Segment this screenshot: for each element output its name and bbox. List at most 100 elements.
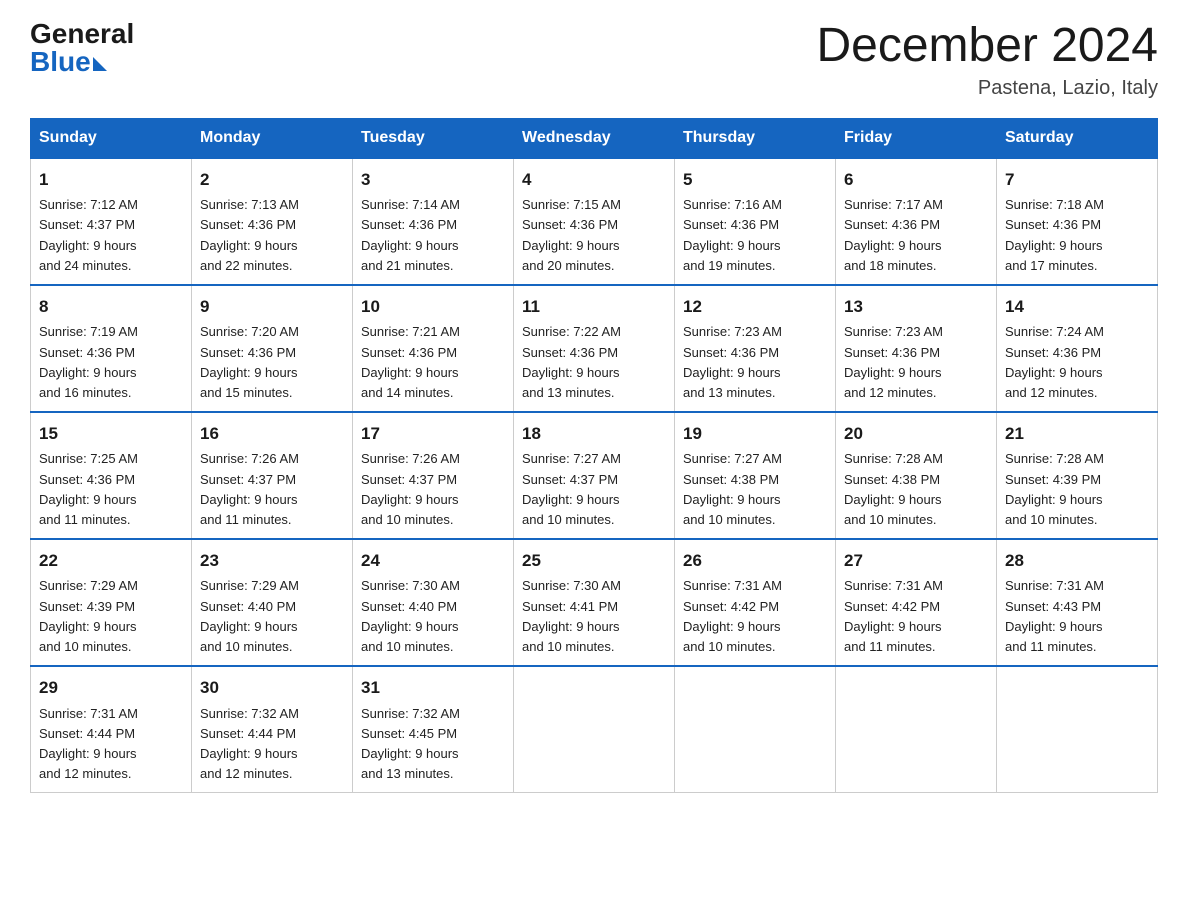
- title-block: December 2024 Pastena, Lazio, Italy: [816, 20, 1158, 100]
- column-header-wednesday: Wednesday: [514, 118, 675, 158]
- day-info: Sunrise: 7:31 AMSunset: 4:44 PMDaylight:…: [39, 704, 183, 785]
- day-info: Sunrise: 7:18 AMSunset: 4:36 PMDaylight:…: [1005, 195, 1149, 276]
- day-info: Sunrise: 7:28 AMSunset: 4:39 PMDaylight:…: [1005, 449, 1149, 530]
- day-info: Sunrise: 7:26 AMSunset: 4:37 PMDaylight:…: [361, 449, 505, 530]
- calendar-cell: 1Sunrise: 7:12 AMSunset: 4:37 PMDaylight…: [31, 158, 192, 285]
- logo: General Blue: [30, 20, 134, 76]
- day-info: Sunrise: 7:24 AMSunset: 4:36 PMDaylight:…: [1005, 322, 1149, 403]
- calendar-week-row: 1Sunrise: 7:12 AMSunset: 4:37 PMDaylight…: [31, 158, 1158, 285]
- day-info: Sunrise: 7:20 AMSunset: 4:36 PMDaylight:…: [200, 322, 344, 403]
- calendar-cell: 28Sunrise: 7:31 AMSunset: 4:43 PMDayligh…: [997, 539, 1158, 666]
- calendar-cell: [514, 666, 675, 793]
- calendar-cell: 10Sunrise: 7:21 AMSunset: 4:36 PMDayligh…: [353, 285, 514, 412]
- day-number: 23: [200, 548, 344, 574]
- calendar-cell: 3Sunrise: 7:14 AMSunset: 4:36 PMDaylight…: [353, 158, 514, 285]
- calendar-cell: 12Sunrise: 7:23 AMSunset: 4:36 PMDayligh…: [675, 285, 836, 412]
- day-number: 31: [361, 675, 505, 701]
- column-header-friday: Friday: [836, 118, 997, 158]
- day-number: 19: [683, 421, 827, 447]
- day-info: Sunrise: 7:30 AMSunset: 4:41 PMDaylight:…: [522, 576, 666, 657]
- day-info: Sunrise: 7:31 AMSunset: 4:42 PMDaylight:…: [844, 576, 988, 657]
- day-number: 20: [844, 421, 988, 447]
- page-title: December 2024: [816, 20, 1158, 73]
- day-number: 4: [522, 167, 666, 193]
- column-header-thursday: Thursday: [675, 118, 836, 158]
- day-number: 9: [200, 294, 344, 320]
- day-info: Sunrise: 7:31 AMSunset: 4:43 PMDaylight:…: [1005, 576, 1149, 657]
- day-info: Sunrise: 7:26 AMSunset: 4:37 PMDaylight:…: [200, 449, 344, 530]
- calendar-cell: 25Sunrise: 7:30 AMSunset: 4:41 PMDayligh…: [514, 539, 675, 666]
- day-number: 11: [522, 294, 666, 320]
- day-number: 26: [683, 548, 827, 574]
- day-info: Sunrise: 7:32 AMSunset: 4:45 PMDaylight:…: [361, 704, 505, 785]
- calendar-cell: 6Sunrise: 7:17 AMSunset: 4:36 PMDaylight…: [836, 158, 997, 285]
- day-number: 25: [522, 548, 666, 574]
- calendar-table: SundayMondayTuesdayWednesdayThursdayFrid…: [30, 118, 1158, 793]
- logo-arrow-icon: [93, 57, 107, 71]
- day-info: Sunrise: 7:31 AMSunset: 4:42 PMDaylight:…: [683, 576, 827, 657]
- day-number: 22: [39, 548, 183, 574]
- day-number: 15: [39, 421, 183, 447]
- day-number: 6: [844, 167, 988, 193]
- day-number: 14: [1005, 294, 1149, 320]
- logo-general-text: General: [30, 20, 134, 48]
- day-info: Sunrise: 7:23 AMSunset: 4:36 PMDaylight:…: [683, 322, 827, 403]
- calendar-cell: [997, 666, 1158, 793]
- calendar-cell: 21Sunrise: 7:28 AMSunset: 4:39 PMDayligh…: [997, 412, 1158, 539]
- calendar-cell: 30Sunrise: 7:32 AMSunset: 4:44 PMDayligh…: [192, 666, 353, 793]
- day-info: Sunrise: 7:13 AMSunset: 4:36 PMDaylight:…: [200, 195, 344, 276]
- calendar-cell: [675, 666, 836, 793]
- day-number: 24: [361, 548, 505, 574]
- day-info: Sunrise: 7:28 AMSunset: 4:38 PMDaylight:…: [844, 449, 988, 530]
- calendar-cell: 31 Sunrise: 7:32 AMSunset: 4:45 PMDayligh…: [353, 666, 514, 793]
- calendar-cell: 17Sunrise: 7:26 AMSunset: 4:37 PMDayligh…: [353, 412, 514, 539]
- day-info: Sunrise: 7:32 AMSunset: 4:44 PMDaylight:…: [200, 704, 344, 785]
- calendar-cell: [836, 666, 997, 793]
- calendar-cell: 4Sunrise: 7:15 AMSunset: 4:36 PMDaylight…: [514, 158, 675, 285]
- day-number: 16: [200, 421, 344, 447]
- day-number: 5: [683, 167, 827, 193]
- calendar-cell: 18Sunrise: 7:27 AMSunset: 4:37 PMDayligh…: [514, 412, 675, 539]
- day-info: Sunrise: 7:27 AMSunset: 4:37 PMDaylight:…: [522, 449, 666, 530]
- calendar-cell: 15Sunrise: 7:25 AMSunset: 4:36 PMDayligh…: [31, 412, 192, 539]
- calendar-cell: 24Sunrise: 7:30 AMSunset: 4:40 PMDayligh…: [353, 539, 514, 666]
- calendar-cell: 20Sunrise: 7:28 AMSunset: 4:38 PMDayligh…: [836, 412, 997, 539]
- calendar-cell: 29 Sunrise: 7:31 AMSunset: 4:44 PMDayligh…: [31, 666, 192, 793]
- calendar-cell: 11Sunrise: 7:22 AMSunset: 4:36 PMDayligh…: [514, 285, 675, 412]
- day-number: 2: [200, 167, 344, 193]
- calendar-cell: 23Sunrise: 7:29 AMSunset: 4:40 PMDayligh…: [192, 539, 353, 666]
- day-number: 17: [361, 421, 505, 447]
- day-number: 12: [683, 294, 827, 320]
- day-info: Sunrise: 7:21 AMSunset: 4:36 PMDaylight:…: [361, 322, 505, 403]
- day-info: Sunrise: 7:22 AMSunset: 4:36 PMDaylight:…: [522, 322, 666, 403]
- day-info: Sunrise: 7:16 AMSunset: 4:36 PMDaylight:…: [683, 195, 827, 276]
- page-header: General Blue December 2024 Pastena, Lazi…: [30, 20, 1158, 100]
- calendar-cell: 7Sunrise: 7:18 AMSunset: 4:36 PMDaylight…: [997, 158, 1158, 285]
- calendar-cell: 2Sunrise: 7:13 AMSunset: 4:36 PMDaylight…: [192, 158, 353, 285]
- calendar-cell: 22Sunrise: 7:29 AMSunset: 4:39 PMDayligh…: [31, 539, 192, 666]
- calendar-week-row: 22Sunrise: 7:29 AMSunset: 4:39 PMDayligh…: [31, 539, 1158, 666]
- calendar-cell: 19Sunrise: 7:27 AMSunset: 4:38 PMDayligh…: [675, 412, 836, 539]
- calendar-cell: 5Sunrise: 7:16 AMSunset: 4:36 PMDaylight…: [675, 158, 836, 285]
- calendar-cell: 14Sunrise: 7:24 AMSunset: 4:36 PMDayligh…: [997, 285, 1158, 412]
- day-number: 10: [361, 294, 505, 320]
- day-number: 1: [39, 167, 183, 193]
- day-info: Sunrise: 7:30 AMSunset: 4:40 PMDaylight:…: [361, 576, 505, 657]
- calendar-header-row: SundayMondayTuesdayWednesdayThursdayFrid…: [31, 118, 1158, 158]
- calendar-week-row: 29 Sunrise: 7:31 AMSunset: 4:44 PMDayligh…: [31, 666, 1158, 793]
- day-number: 18: [522, 421, 666, 447]
- day-info: Sunrise: 7:17 AMSunset: 4:36 PMDaylight:…: [844, 195, 988, 276]
- day-number: 21: [1005, 421, 1149, 447]
- day-info: Sunrise: 7:29 AMSunset: 4:39 PMDaylight:…: [39, 576, 183, 657]
- page-subtitle: Pastena, Lazio, Italy: [816, 77, 1158, 100]
- column-header-sunday: Sunday: [31, 118, 192, 158]
- calendar-cell: 9Sunrise: 7:20 AMSunset: 4:36 PMDaylight…: [192, 285, 353, 412]
- calendar-week-row: 15Sunrise: 7:25 AMSunset: 4:36 PMDayligh…: [31, 412, 1158, 539]
- column-header-tuesday: Tuesday: [353, 118, 514, 158]
- calendar-cell: 27Sunrise: 7:31 AMSunset: 4:42 PMDayligh…: [836, 539, 997, 666]
- logo-blue-text: Blue: [30, 48, 107, 76]
- calendar-cell: 16Sunrise: 7:26 AMSunset: 4:37 PMDayligh…: [192, 412, 353, 539]
- day-info: Sunrise: 7:12 AMSunset: 4:37 PMDaylight:…: [39, 195, 183, 276]
- day-number: 29: [39, 675, 183, 701]
- calendar-cell: 13Sunrise: 7:23 AMSunset: 4:36 PMDayligh…: [836, 285, 997, 412]
